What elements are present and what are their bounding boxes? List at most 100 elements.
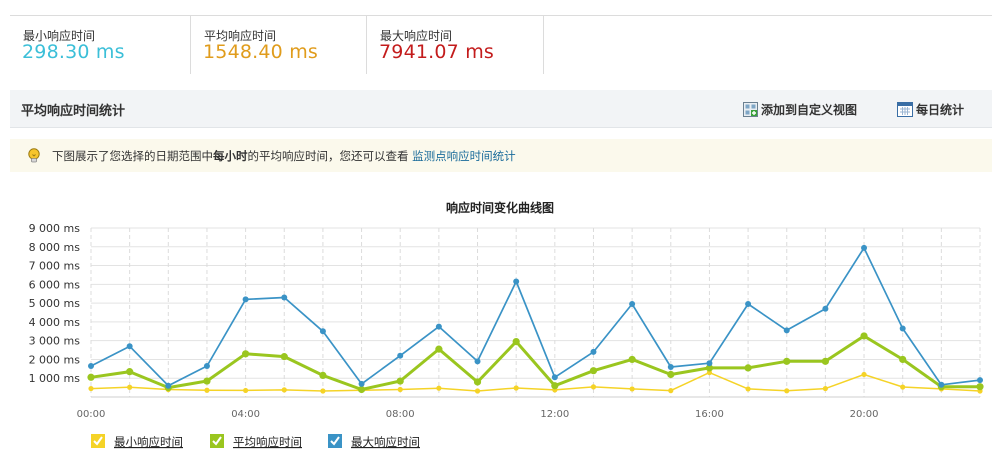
data-point bbox=[397, 352, 404, 359]
daily-stats-label: 每日统计 bbox=[916, 103, 965, 117]
data-point bbox=[474, 388, 481, 394]
y-tick-label: 3 000 ms bbox=[29, 335, 81, 348]
data-point bbox=[861, 244, 868, 251]
data-point bbox=[203, 363, 210, 370]
legend-item[interactable]: 平均响应时间 bbox=[210, 434, 302, 449]
data-point bbox=[551, 374, 558, 381]
x-tick-label: 16:00 bbox=[695, 409, 724, 420]
data-point bbox=[628, 355, 636, 364]
x-tick-label: 12:00 bbox=[540, 409, 569, 420]
data-point bbox=[204, 387, 210, 393]
y-tick-label: 5 000 ms bbox=[29, 297, 81, 310]
notice-text: 下图展示了您选择的日期范围中每小时的平均响应时间，您还可以查看 监测点响应时间统… bbox=[52, 148, 516, 164]
data-point bbox=[513, 385, 519, 391]
legend-label: 平均响应时间 bbox=[233, 435, 302, 449]
data-point bbox=[242, 296, 249, 303]
data-point bbox=[822, 385, 828, 392]
data-point bbox=[860, 332, 868, 340]
data-point bbox=[938, 381, 945, 388]
y-tick-label: 8 000 ms bbox=[29, 241, 81, 254]
section-header: 平均响应时间统计 添加到自定义视图 每日统计 bbox=[10, 90, 992, 128]
data-point bbox=[667, 363, 674, 370]
data-point bbox=[88, 385, 94, 392]
data-point bbox=[126, 368, 134, 376]
chart-title: 响应时间变化曲线图 bbox=[446, 200, 554, 215]
data-point bbox=[976, 383, 984, 391]
data-point bbox=[513, 278, 520, 285]
data-point bbox=[900, 384, 906, 390]
data-point bbox=[358, 380, 365, 387]
data-point bbox=[512, 338, 520, 346]
x-tick-label: 04:00 bbox=[231, 409, 260, 420]
data-point bbox=[668, 388, 674, 394]
data-point bbox=[551, 382, 559, 390]
data-point bbox=[87, 373, 95, 381]
y-tick-label: 9 000 ms bbox=[29, 222, 81, 235]
data-point bbox=[126, 343, 133, 350]
y-tick-label: 1 000 ms bbox=[29, 372, 81, 385]
data-point bbox=[977, 377, 983, 384]
data-point bbox=[821, 357, 829, 365]
data-point bbox=[396, 377, 404, 385]
data-point bbox=[629, 386, 635, 392]
add-view-label: 添加到自定义视图 bbox=[761, 103, 858, 117]
x-tick-label: 00:00 bbox=[77, 409, 106, 420]
data-point bbox=[320, 388, 326, 394]
stat-max-value: 7941.07 ms bbox=[379, 41, 495, 63]
data-point bbox=[474, 358, 481, 365]
summary-stats: 最小响应时间 298.30 ms 平均响应时间 1548.40 ms 最大响应时… bbox=[10, 16, 992, 74]
monitor-point-stats-link[interactable]: 监测点响应时间统计 bbox=[412, 149, 516, 163]
data-point bbox=[629, 301, 636, 308]
stat-max: 最大响应时间 7941.07 ms bbox=[367, 16, 544, 74]
stat-min-value: 298.30 ms bbox=[22, 41, 125, 63]
data-point bbox=[165, 382, 172, 389]
data-point bbox=[88, 363, 94, 370]
data-point bbox=[281, 387, 287, 393]
legend-item[interactable]: 最小响应时间 bbox=[91, 434, 183, 449]
data-point bbox=[397, 386, 403, 393]
data-point bbox=[127, 384, 133, 390]
data-point bbox=[783, 327, 790, 334]
data-point bbox=[745, 386, 751, 392]
stat-min: 最小响应时间 298.30 ms bbox=[10, 16, 191, 74]
data-point bbox=[473, 378, 482, 386]
data-point bbox=[435, 323, 442, 330]
data-point bbox=[861, 371, 867, 378]
legend-item[interactable]: 最大响应时间 bbox=[328, 434, 420, 449]
lightbulb-icon bbox=[27, 148, 41, 168]
x-tick-label: 20:00 bbox=[850, 409, 879, 420]
data-point bbox=[435, 345, 443, 353]
y-tick-label: 7 000 ms bbox=[29, 260, 81, 273]
data-point bbox=[242, 350, 250, 358]
data-point bbox=[280, 353, 288, 361]
section-title: 平均响应时间统计 bbox=[21, 104, 126, 119]
series-line bbox=[90, 371, 981, 392]
data-point bbox=[744, 364, 752, 372]
data-point bbox=[589, 367, 598, 375]
y-tick-label: 2 000 ms bbox=[29, 353, 81, 366]
add-view-icon bbox=[743, 102, 758, 120]
data-point bbox=[706, 360, 713, 367]
legend-label: 最大响应时间 bbox=[351, 435, 420, 449]
data-point bbox=[436, 385, 442, 391]
data-point bbox=[899, 325, 906, 332]
data-point bbox=[784, 388, 790, 394]
data-point bbox=[590, 348, 597, 355]
daily-stats-button[interactable]: 每日统计 bbox=[897, 101, 964, 120]
x-tick-label: 08:00 bbox=[386, 409, 415, 420]
data-point bbox=[783, 357, 791, 365]
add-to-custom-view-button[interactable]: 添加到自定义视图 bbox=[743, 101, 857, 120]
calendar-icon bbox=[897, 102, 913, 120]
data-point bbox=[822, 305, 829, 312]
stat-avg-value: 1548.40 ms bbox=[203, 41, 319, 63]
info-notice: 下图展示了您选择的日期范围中每小时的平均响应时间，您还可以查看 监测点响应时间统… bbox=[10, 139, 992, 172]
data-point bbox=[357, 385, 366, 394]
data-point bbox=[590, 384, 597, 390]
data-point bbox=[899, 355, 907, 364]
data-point bbox=[667, 370, 675, 379]
stat-avg: 平均响应时间 1548.40 ms bbox=[191, 16, 367, 74]
data-point bbox=[281, 294, 288, 301]
data-point bbox=[243, 387, 249, 394]
data-point bbox=[745, 301, 752, 308]
data-point bbox=[319, 371, 327, 380]
